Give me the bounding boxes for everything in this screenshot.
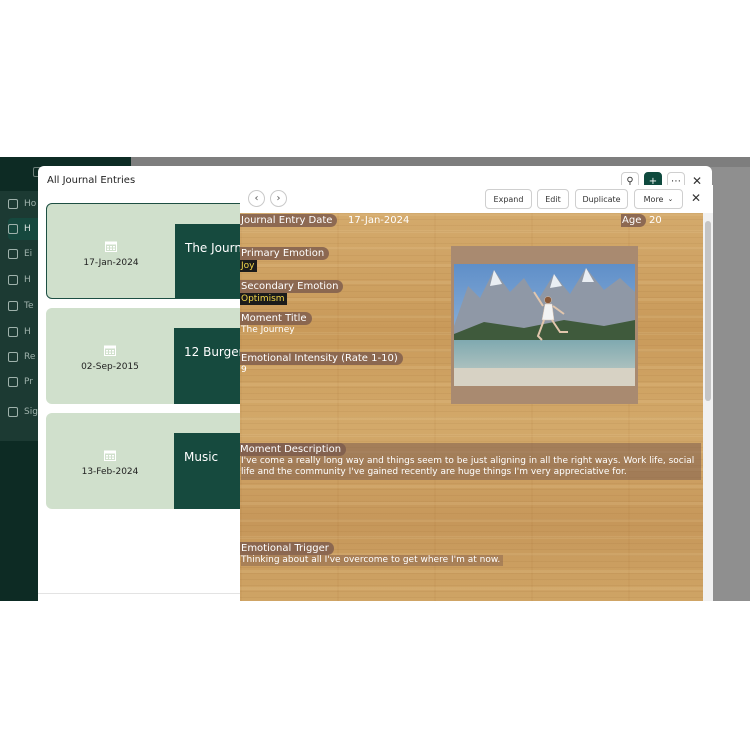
entry-date-label: Journal Entry Date — [240, 214, 338, 227]
more-button[interactable]: More ⌄ — [634, 189, 683, 209]
moment-title-label: Moment Title — [240, 312, 312, 325]
trigger-value: Thinking about all I've overcome to get … — [241, 555, 504, 566]
secondary-emotion-label: Secondary Emotion — [240, 280, 344, 293]
entry-detail-panel: ‹ › Expand Edit Duplicate More ⌄ ✕ Journa… — [240, 185, 713, 601]
detail-scrollbar[interactable] — [703, 213, 713, 601]
entry-content: Journal Entry Date 17-Jan-2024 Age 20 Pr… — [240, 213, 703, 601]
chevron-left-icon: ‹ — [254, 193, 259, 204]
app-screen: Ho H Ei H Te H Re Pr Sig All Journal Ent… — [0, 157, 750, 601]
entry-date: 02-Sep-2015 — [81, 362, 139, 372]
calendar-icon — [105, 241, 117, 252]
entry-date-value: 17-Jan-2024 — [348, 215, 410, 226]
close-icon: ✕ — [690, 191, 702, 205]
intensity-value: 9 — [241, 365, 247, 375]
expand-button[interactable]: Expand — [485, 189, 532, 209]
profile-icon — [8, 377, 18, 387]
primary-emotion-label: Primary Emotion — [240, 247, 330, 260]
chevron-down-icon: ⌄ — [667, 195, 674, 203]
entry-date: 17-Jan-2024 — [83, 258, 139, 268]
intensity-label: Emotional Intensity (Rate 1-10) — [240, 352, 403, 365]
home-icon — [8, 199, 18, 209]
chevron-right-icon: › — [276, 193, 281, 204]
duplicate-button[interactable]: Duplicate — [575, 189, 628, 209]
moment-description: Moment Description I've come a really lo… — [240, 443, 701, 480]
list-title: All Journal Entries — [47, 175, 136, 186]
trigger-label: Emotional Trigger — [240, 542, 334, 555]
primary-emotion-value: Joy — [240, 260, 257, 272]
detail-toolbar: ‹ › Expand Edit Duplicate More ⌄ ✕ — [240, 185, 713, 213]
next-entry-button[interactable]: › — [270, 190, 287, 207]
team-icon — [8, 301, 18, 311]
sign-out-icon — [8, 407, 18, 417]
calendar-icon — [104, 345, 116, 356]
edit-button[interactable]: Edit — [537, 189, 569, 209]
habit-icon — [8, 275, 18, 285]
age-value: 20 — [649, 215, 662, 226]
age-label: Age — [621, 214, 647, 227]
moment-photo-frame — [451, 246, 638, 404]
previous-entry-button[interactable]: ‹ — [248, 190, 265, 207]
moment-photo — [454, 264, 635, 386]
moment-title-value: The Journey — [241, 325, 295, 335]
reports-icon — [8, 352, 18, 362]
description-label: Moment Description — [240, 443, 347, 456]
history-icon — [8, 327, 18, 337]
description-value: I've come a really long way and things s… — [241, 456, 695, 477]
scroll-thumb[interactable] — [705, 221, 711, 401]
close-detail-button[interactable]: ✕ — [689, 191, 703, 205]
secondary-emotion-value: Optimism — [240, 293, 287, 305]
journal-icon — [8, 224, 18, 234]
calendar-icon — [104, 450, 116, 461]
entries-icon — [8, 249, 18, 259]
entry-date: 13-Feb-2024 — [81, 467, 139, 477]
